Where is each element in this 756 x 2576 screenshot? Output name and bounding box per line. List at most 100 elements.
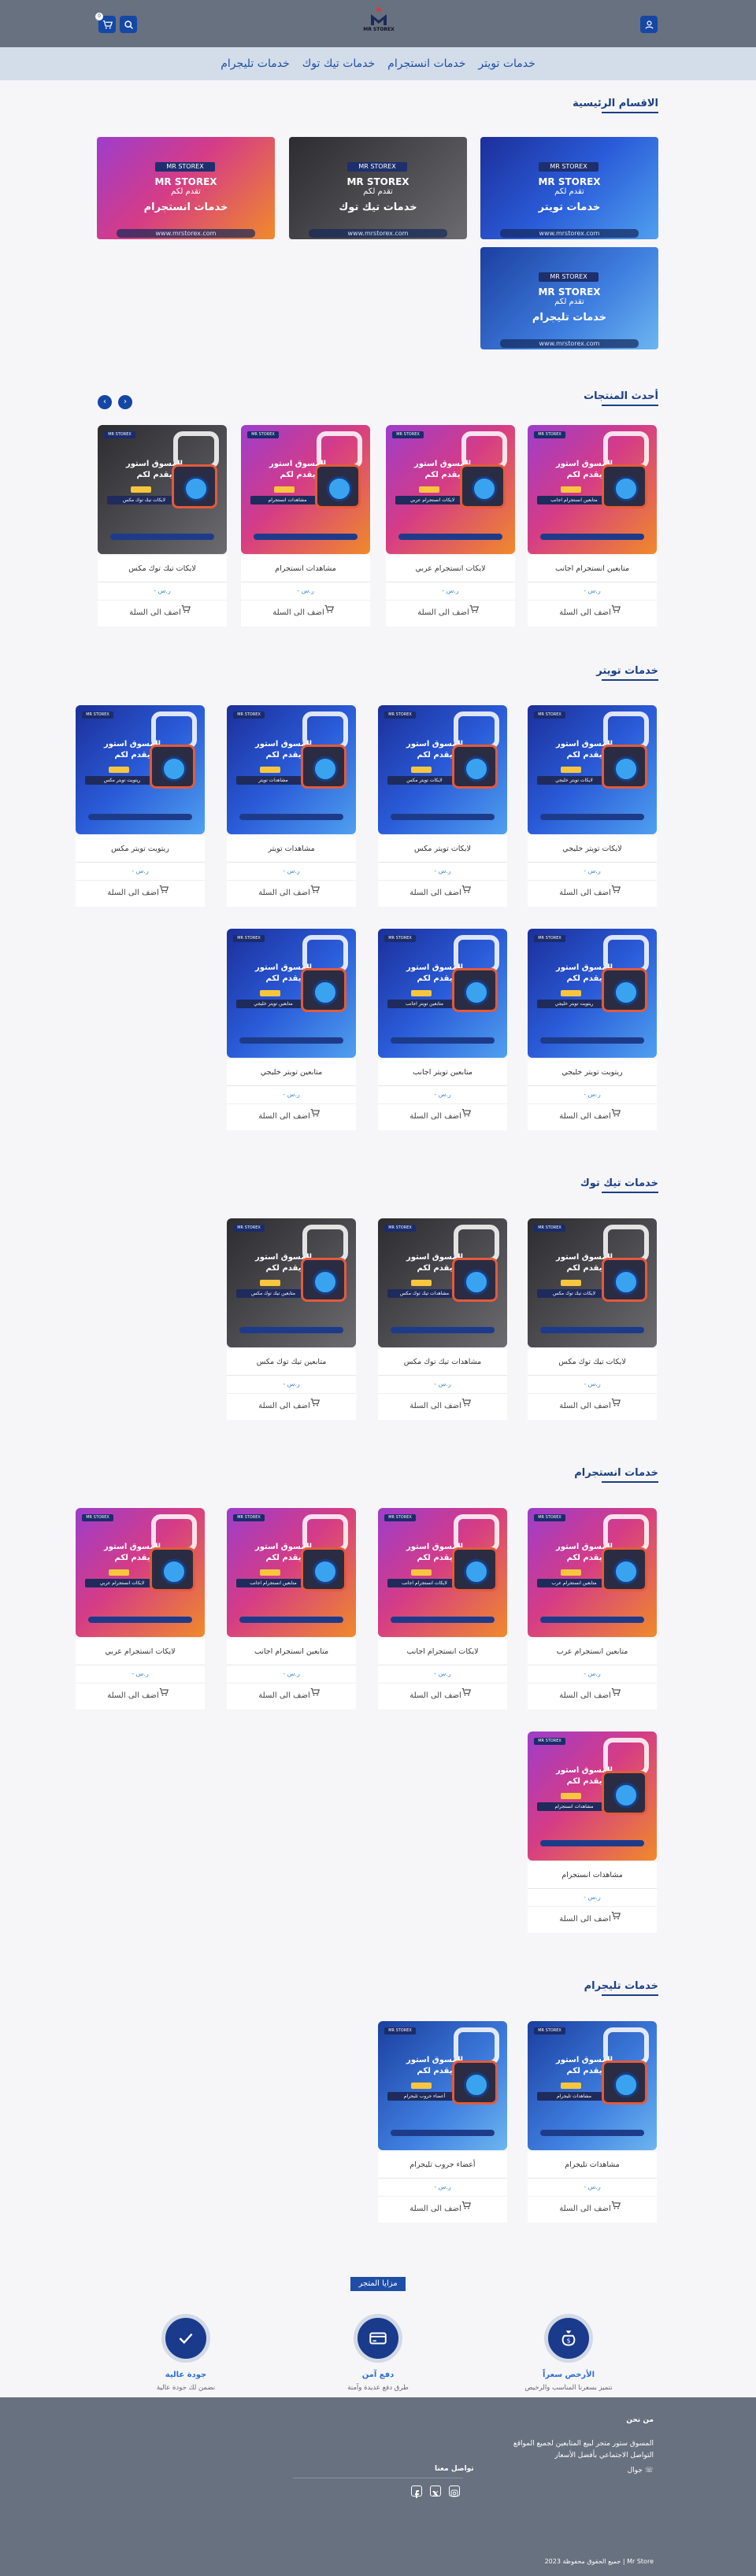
product-image[interactable]: MR STOREX المسوق استور يقدم لكم متابعين توي… bbox=[378, 929, 507, 1058]
product-card[interactable]: MR STOREX المسوق استور يقدم لكم ريتويت تويت… bbox=[528, 929, 657, 1130]
product-image[interactable]: MR STOREX المسوق استور يقدم لكم مشاهدات توي… bbox=[227, 705, 356, 834]
slider-prev-button[interactable]: ‹ bbox=[98, 395, 112, 409]
product-image[interactable]: MR STOREX المسوق استور يقدم لكم لايكات تويت… bbox=[378, 705, 507, 834]
add-to-cart-button[interactable]: اضف الى السلة bbox=[378, 1103, 507, 1130]
add-to-cart-button[interactable]: اضف الى السلة bbox=[378, 1393, 507, 1420]
category-card-instagram[interactable]: MR STOREX MR STOREX تقدم لكم خدمات انستج… bbox=[97, 137, 275, 239]
product-card[interactable]: MR STOREX المسوق استور يقدم لكم مشاهدات توي… bbox=[227, 705, 356, 907]
instagram-icon[interactable] bbox=[449, 2485, 460, 2497]
product-image[interactable]: MR STOREX المسوق استور يقدم لكم لايكات تيك … bbox=[98, 425, 227, 554]
product-image[interactable]: MR STOREX المسوق استور يقدم لكم مشاهدات تلي… bbox=[528, 2021, 657, 2150]
product-card[interactable]: MR STOREX المسوق استور يقدم لكم لايكات تويت… bbox=[528, 705, 657, 907]
product-card[interactable]: MR STOREX المسوق استور يقدم لكم لايكات تويت… bbox=[378, 705, 507, 907]
product-image[interactable]: MR STOREX المسوق استور يقدم لكم متابعين تيك… bbox=[227, 1218, 356, 1347]
nav-item-telegram[interactable]: خدمات تليجرام bbox=[220, 57, 289, 70]
add-to-cart-button[interactable]: اضف الى السلة bbox=[98, 600, 227, 626]
add-to-cart-button[interactable]: اضف الى السلة bbox=[528, 1906, 657, 1933]
add-to-cart-button[interactable]: اضف الى السلة bbox=[528, 1393, 657, 1420]
product-name[interactable]: مشاهدات انستجرام bbox=[528, 1862, 657, 1889]
product-name[interactable]: متابعين تيك توك مكس bbox=[227, 1349, 356, 1376]
product-name[interactable]: مشاهدات تويتر bbox=[227, 836, 356, 863]
add-to-cart-button[interactable]: اضف الى السلة bbox=[528, 1683, 657, 1709]
product-image[interactable]: MR STOREX المسوق استور يقدم لكم مشاهدات انس… bbox=[528, 1732, 657, 1861]
add-to-cart-button[interactable]: اضف الى السلة bbox=[227, 1683, 356, 1709]
add-to-cart-button[interactable]: اضف الى السلة bbox=[76, 1683, 205, 1709]
product-card[interactable]: MR STOREX المسوق استور يقدم لكم مشاهدات انس… bbox=[528, 1732, 657, 1933]
product-image[interactable]: MR STOREX المسوق استور يقدم لكم لايكات تيك … bbox=[528, 1218, 657, 1347]
product-image[interactable]: MR STOREX المسوق استور يقدم لكم متابعين انس… bbox=[528, 1508, 657, 1637]
product-name[interactable]: ريتويت تويتر مكس bbox=[76, 836, 205, 863]
product-image[interactable]: MR STOREX المسوق استور يقدم لكم متابعين انس… bbox=[227, 1508, 356, 1637]
add-to-cart-button[interactable]: اضف الى السلة bbox=[378, 2196, 507, 2223]
product-image[interactable]: MR STOREX المسوق استور يقدم لكم متابعين انس… bbox=[528, 425, 657, 554]
add-to-cart-button[interactable]: اضف الى السلة bbox=[241, 600, 370, 626]
product-name[interactable]: لايكات تويتر خليجي bbox=[528, 836, 657, 863]
product-card[interactable]: MR STOREX المسوق استور يقدم لكم لايكات انست… bbox=[386, 425, 515, 626]
site-logo[interactable]: MR STOREX bbox=[363, 5, 395, 36]
product-card[interactable]: MR STOREX المسوق استور يقدم لكم لايكات تيك … bbox=[98, 425, 227, 626]
cart-button[interactable]: 0 bbox=[95, 13, 116, 33]
product-image[interactable]: MR STOREX المسوق استور يقدم لكم لايكات تويت… bbox=[528, 705, 657, 834]
product-card[interactable]: MR STOREX المسوق استور يقدم لكم لايكات انست… bbox=[378, 1508, 507, 1709]
product-image[interactable]: MR STOREX المسوق استور يقدم لكم متابعين توي… bbox=[227, 929, 356, 1058]
product-card[interactable]: MR STOREX المسوق استور يقدم لكم متابعين توي… bbox=[227, 929, 356, 1130]
product-image[interactable]: MR STOREX المسوق استور يقدم لكم لايكات انست… bbox=[378, 1508, 507, 1637]
product-card[interactable]: MR STOREX المسوق استور يقدم لكم متابعين انس… bbox=[528, 425, 657, 626]
add-to-cart-button[interactable]: اضف الى السلة bbox=[528, 600, 657, 626]
twitter-icon[interactable] bbox=[430, 2485, 441, 2497]
product-image[interactable]: MR STOREX المسوق استور يقدم لكم مشاهدات تيك… bbox=[378, 1218, 507, 1347]
product-card[interactable]: MR STOREX المسوق استور يقدم لكم لايكات تيك … bbox=[528, 1218, 657, 1420]
product-name[interactable]: مشاهدات انستجرام bbox=[241, 556, 370, 582]
nav-item-instagram[interactable]: خدمات انستجرام bbox=[387, 57, 465, 70]
product-card[interactable]: MR STOREX المسوق استور يقدم لكم مشاهدات انس… bbox=[241, 425, 370, 626]
product-name[interactable]: لايكات تيك توك مكس bbox=[98, 556, 227, 582]
product-name[interactable]: أعضاء جروب تليجرام bbox=[378, 2152, 507, 2179]
facebook-icon[interactable] bbox=[411, 2485, 422, 2498]
product-name[interactable]: لايكات انستجرام عربي bbox=[386, 556, 515, 582]
product-card[interactable]: MR STOREX المسوق استور يقدم لكم متابعين توي… bbox=[378, 929, 507, 1130]
product-image[interactable]: MR STOREX المسوق استور يقدم لكم أعضاء جروب … bbox=[378, 2021, 507, 2150]
slider-next-button[interactable]: › bbox=[118, 395, 132, 409]
product-name[interactable]: ريتويت تويتر خليجي bbox=[528, 1059, 657, 1086]
category-card-telegram[interactable]: MR STOREX MR STOREX تقدم لكم خدمات تليجر… bbox=[480, 247, 658, 349]
add-to-cart-button[interactable]: اضف الى السلة bbox=[378, 1683, 507, 1709]
product-card[interactable]: MR STOREX المسوق استور يقدم لكم لايكات انست… bbox=[76, 1508, 205, 1709]
product-name[interactable]: متابعين تويتر اجانب bbox=[378, 1059, 507, 1086]
add-to-cart-button[interactable]: اضف الى السلة bbox=[386, 600, 515, 626]
add-to-cart-button[interactable]: اضف الى السلة bbox=[528, 880, 657, 907]
product-image[interactable]: MR STOREX المسوق استور يقدم لكم ريتويت تويت… bbox=[76, 705, 205, 834]
product-name[interactable]: متابعين انستجرام اجانب bbox=[528, 556, 657, 582]
category-card-tiktok[interactable]: MR STOREX MR STOREX تقدم لكم خدمات تيك ت… bbox=[289, 137, 467, 239]
account-button[interactable] bbox=[640, 16, 658, 33]
product-image[interactable]: MR STOREX المسوق استور يقدم لكم لايكات انست… bbox=[386, 425, 515, 554]
add-to-cart-button[interactable]: اضف الى السلة bbox=[528, 1103, 657, 1130]
product-name[interactable]: لايكات انستجرام عربي bbox=[76, 1639, 205, 1665]
search-button[interactable] bbox=[120, 16, 137, 33]
product-name[interactable]: لايكات تيك توك مكس bbox=[528, 1349, 657, 1376]
product-name[interactable]: مشاهدات تليجرام bbox=[528, 2152, 657, 2179]
nav-item-tiktok[interactable]: خدمات تيك توك bbox=[302, 57, 375, 70]
add-to-cart-button[interactable]: اضف الى السلة bbox=[76, 880, 205, 907]
product-card[interactable]: MR STOREX المسوق استور يقدم لكم مشاهدات تيك… bbox=[378, 1218, 507, 1420]
product-name[interactable]: لايكات انستجرام اجانب bbox=[378, 1639, 507, 1665]
product-card[interactable]: MR STOREX المسوق استور يقدم لكم متابعين تيك… bbox=[227, 1218, 356, 1420]
product-name[interactable]: متابعين انستجرام اجانب bbox=[227, 1639, 356, 1665]
category-card-twitter[interactable]: MR STOREX MR STOREX تقدم لكم خدمات تويتر… bbox=[480, 137, 658, 239]
add-to-cart-button[interactable]: اضف الى السلة bbox=[378, 880, 507, 907]
product-card[interactable]: MR STOREX المسوق استور يقدم لكم مشاهدات تلي… bbox=[528, 2021, 657, 2223]
product-image[interactable]: MR STOREX المسوق استور يقدم لكم ريتويت تويت… bbox=[528, 929, 657, 1058]
product-name[interactable]: متابعين انستجرام عرب bbox=[528, 1639, 657, 1665]
product-card[interactable]: MR STOREX المسوق استور يقدم لكم ريتويت تويت… bbox=[76, 705, 205, 907]
add-to-cart-button[interactable]: اضف الى السلة bbox=[227, 880, 356, 907]
add-to-cart-button[interactable]: اضف الى السلة bbox=[227, 1393, 356, 1420]
product-card[interactable]: MR STOREX المسوق استور يقدم لكم متابعين انس… bbox=[227, 1508, 356, 1709]
product-image[interactable]: MR STOREX المسوق استور يقدم لكم لايكات انست… bbox=[76, 1508, 205, 1637]
product-card[interactable]: MR STOREX المسوق استور يقدم لكم أعضاء جروب … bbox=[378, 2021, 507, 2223]
product-image[interactable]: MR STOREX المسوق استور يقدم لكم مشاهدات انس… bbox=[241, 425, 370, 554]
product-name[interactable]: لايكات تويتر مكس bbox=[378, 836, 507, 863]
footer-phone[interactable]: جوال ☏ bbox=[628, 2467, 654, 2474]
product-card[interactable]: MR STOREX المسوق استور يقدم لكم متابعين انس… bbox=[528, 1508, 657, 1709]
product-name[interactable]: مشاهدات تيك توك مكس bbox=[378, 1349, 507, 1376]
nav-item-twitter[interactable]: خدمات تويتر bbox=[478, 57, 535, 70]
add-to-cart-button[interactable]: اضف الى السلة bbox=[528, 2196, 657, 2223]
